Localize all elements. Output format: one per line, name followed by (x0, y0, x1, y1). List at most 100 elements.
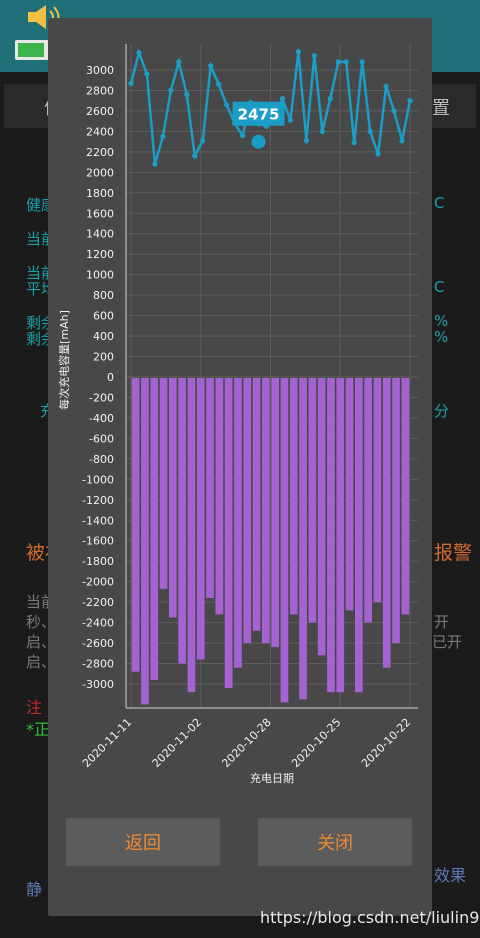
x-tick-label: 2020-11-02 (150, 716, 204, 770)
y-tick-label: -1600 (82, 535, 114, 548)
bar (308, 378, 317, 623)
note-red: 注 (26, 698, 43, 717)
bar (401, 378, 410, 615)
bar (196, 378, 205, 660)
line-point (343, 59, 349, 65)
line-point (391, 108, 397, 114)
bar (252, 378, 261, 631)
y-tick-label: -1200 (82, 494, 114, 507)
bar (243, 378, 252, 644)
line-point (311, 53, 317, 59)
bar (364, 378, 372, 623)
line-point (136, 50, 142, 56)
line-point (168, 87, 174, 94)
highlight-label: 2475 (238, 106, 280, 124)
charge-capacity-chart: 3000280026002400220020001800160014001200… (57, 44, 418, 785)
alert-title-right: 报警 (434, 542, 473, 564)
y-tick-label: -400 (89, 412, 114, 425)
line-point (295, 48, 301, 55)
y-tick-label: 800 (93, 289, 114, 302)
bar (392, 378, 400, 644)
y-tick-label: 1000 (86, 269, 114, 282)
line-point (303, 138, 309, 144)
line-point (216, 81, 222, 87)
line-point (359, 59, 365, 65)
highlight-point (251, 134, 266, 149)
y-tick-label: 2400 (86, 125, 114, 138)
line-point (184, 91, 190, 98)
watermark: https://blog.csdn.net/liulin900 (260, 908, 480, 927)
tab-settings[interactable]: 置 (430, 84, 476, 128)
note-green: *正 (26, 720, 51, 739)
line-point (327, 96, 333, 102)
row-remain2-value: % (434, 328, 449, 346)
x-tick-label: 2020-11-11 (80, 716, 134, 770)
bar (280, 378, 289, 703)
bar (289, 378, 298, 615)
tab-info[interactable]: 信 (4, 84, 62, 128)
y-tick-label: -1800 (82, 555, 114, 568)
line-point (287, 117, 294, 123)
bar (187, 378, 196, 693)
para-right-2: 开 (434, 613, 450, 631)
bar (234, 378, 242, 668)
bar (178, 378, 186, 664)
footer-right: 效果 (434, 866, 467, 885)
x-tick-label: 2020-10-25 (289, 716, 343, 770)
footer-left: 静 (26, 880, 43, 899)
row-average-value: C (434, 278, 445, 296)
row-health-value: C (434, 194, 445, 212)
y-axis-title: 每次充电容量[mAh] (57, 310, 71, 410)
y-tick-label: 1600 (86, 207, 114, 220)
line-point (367, 128, 373, 134)
line-point (208, 63, 214, 69)
line-point (192, 153, 198, 159)
y-tick-label: 1800 (86, 187, 114, 200)
y-tick-label: -2800 (82, 658, 114, 671)
bar (373, 378, 382, 603)
line-point (200, 138, 206, 144)
line-point (152, 161, 158, 167)
bar (206, 378, 214, 599)
bar (215, 378, 224, 615)
y-tick-label: 1200 (86, 248, 114, 261)
y-tick-label: -200 (89, 391, 114, 404)
y-tick-label: -2000 (82, 576, 114, 589)
line-point (240, 132, 246, 139)
x-tick-label: 2020-10-28 (219, 716, 273, 770)
x-axis-title: 充电日期 (250, 771, 294, 785)
line-point (279, 96, 286, 102)
y-tick-label: 2200 (86, 146, 114, 159)
bar (327, 378, 335, 693)
bar (299, 378, 307, 700)
line-point (399, 138, 405, 144)
line-point (224, 102, 230, 108)
bar (336, 378, 345, 693)
back-button[interactable]: 返回 (66, 818, 220, 866)
bar (345, 378, 354, 611)
line-point (383, 83, 389, 89)
y-tick-label: -2200 (82, 596, 114, 609)
y-tick-label: 2000 (86, 166, 114, 179)
y-tick-label: 2800 (86, 84, 114, 97)
x-tick-label: 2020-10-22 (359, 716, 413, 770)
line-point (144, 71, 150, 77)
y-tick-label: 1400 (86, 228, 114, 241)
bar (224, 378, 233, 689)
line-point (128, 80, 134, 86)
y-tick-label: 0 (107, 371, 114, 384)
y-tick-label: -3000 (82, 678, 114, 691)
bar (317, 378, 326, 656)
bar (262, 378, 270, 644)
bar (131, 378, 140, 672)
row-charge-value: 分 (434, 402, 450, 420)
y-tick-label: -600 (89, 432, 114, 445)
line-point (319, 128, 325, 134)
line-point (335, 59, 341, 65)
line-point (407, 98, 413, 104)
y-tick-label: -1400 (82, 514, 114, 527)
y-tick-label: -2400 (82, 617, 114, 630)
bar (271, 378, 279, 648)
close-button[interactable]: 关闭 (258, 818, 412, 866)
line-point (375, 151, 381, 157)
